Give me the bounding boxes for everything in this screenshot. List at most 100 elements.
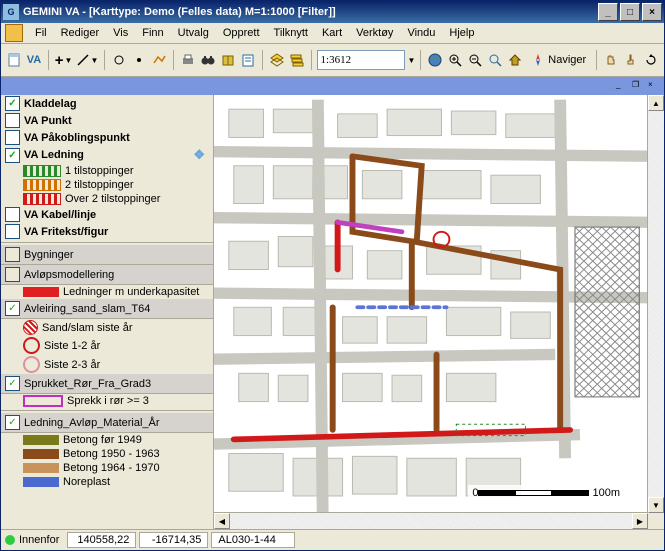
circle-tool-icon[interactable] <box>110 48 128 72</box>
new-doc-icon[interactable] <box>5 48 23 72</box>
swatch-icon <box>23 356 40 373</box>
layer-va-punkt[interactable]: VA Punkt <box>1 112 213 129</box>
checkbox-icon[interactable] <box>5 113 20 128</box>
binoculars-icon[interactable] <box>199 48 217 72</box>
legend-betong-1949: Betong før 1949 <box>1 433 213 447</box>
globe-icon[interactable] <box>426 48 444 72</box>
maximize-button[interactable]: □ <box>620 3 640 21</box>
polyline-tool-icon[interactable] <box>150 48 168 72</box>
menu-finn[interactable]: Finn <box>136 25 169 41</box>
menu-fil[interactable]: Fil <box>29 25 53 41</box>
layer-avleiring[interactable]: ✓Avleiring_sand_slam_T64 <box>1 299 213 319</box>
mdi-close-button[interactable]: × <box>648 80 662 92</box>
checkbox-icon[interactable] <box>5 267 20 282</box>
swatch-icon <box>23 395 63 407</box>
checkbox-icon[interactable] <box>5 247 20 262</box>
home-icon[interactable] <box>506 48 524 72</box>
menu-kart[interactable]: Kart <box>316 25 348 41</box>
legend-2-tilstoppinger: 2 tilstoppinger <box>1 178 213 192</box>
status-innenfor: Innenfor <box>19 534 59 546</box>
swatch-icon <box>23 477 59 487</box>
checkbox-icon[interactable]: ✓ <box>5 415 20 430</box>
zoom-in-icon[interactable] <box>446 48 464 72</box>
checkbox-icon[interactable]: ✓ <box>5 376 20 391</box>
layer-kladdelag[interactable]: ✓Kladdelag <box>1 95 213 112</box>
layer-avlopsmodellering[interactable]: Avløpsmodellering <box>1 265 213 285</box>
point-tool-icon[interactable] <box>130 48 148 72</box>
legend-betong-1950-1963: Betong 1950 - 1963 <box>1 447 213 461</box>
app-menu-icon[interactable] <box>5 24 23 42</box>
vertical-scrollbar[interactable]: ▲ ▼ <box>647 95 664 513</box>
layers-icon[interactable] <box>268 48 286 72</box>
scroll-left-icon[interactable]: ◀ <box>214 513 230 529</box>
legend-underkapasitet: Ledninger m underkapasitet <box>1 285 213 299</box>
scale-input[interactable] <box>317 50 405 70</box>
zoom-out-icon[interactable] <box>466 48 484 72</box>
mdi-minimize-button[interactable]: _ <box>616 80 630 92</box>
layer-va-pakoblingspunkt[interactable]: VA Påkoblingspunkt <box>1 129 213 146</box>
checkbox-icon[interactable] <box>5 130 20 145</box>
zoom-extent-icon[interactable] <box>486 48 504 72</box>
mdi-titlebar: _ ❐ × <box>1 77 664 95</box>
link-icon[interactable]: ❖ <box>193 147 205 163</box>
swatch-icon <box>23 193 61 205</box>
book-icon[interactable] <box>219 48 237 72</box>
rotate-icon[interactable] <box>642 48 660 72</box>
layer-sprukket[interactable]: ✓Sprukket_Rør_Fra_Grad3 <box>1 374 213 394</box>
print-icon[interactable] <box>179 48 197 72</box>
status-led-icon <box>5 535 15 545</box>
checkbox-icon[interactable]: ✓ <box>5 148 20 163</box>
hand-grab-icon[interactable] <box>602 48 620 72</box>
work-area: ✓Kladdelag VA Punkt VA Påkoblingspunkt ✓… <box>1 95 664 529</box>
layer-stack-icon[interactable] <box>288 48 306 72</box>
legend-over-2-tilstoppinger: Over 2 tilstoppinger <box>1 192 213 206</box>
menu-vis[interactable]: Vis <box>107 25 134 41</box>
menu-tilknytt[interactable]: Tilknytt <box>268 25 314 41</box>
legend-sand-slam-siste-ar: Sand/slam siste år <box>1 319 213 336</box>
scroll-down-icon[interactable]: ▼ <box>648 497 664 513</box>
menu-opprett[interactable]: Opprett <box>217 25 266 41</box>
checkbox-icon[interactable] <box>5 224 20 239</box>
hand-point-icon[interactable] <box>622 48 640 72</box>
checkbox-icon[interactable]: ✓ <box>5 96 20 111</box>
navigate-button[interactable]: Naviger <box>526 48 591 72</box>
window-title: GEMINI VA - [Karttype: Demo (Felles data… <box>23 6 596 18</box>
layer-ledning-avlop-material[interactable]: ✓Ledning_Avløp_Material_År <box>1 413 213 433</box>
map-canvas[interactable]: 0 100m ▲ ▼ ◀ ▶ <box>214 95 664 529</box>
close-button[interactable]: × <box>642 3 662 21</box>
swatch-icon <box>23 435 59 445</box>
swatch-icon <box>23 320 38 335</box>
scale-right-label: 100m <box>592 487 620 499</box>
layer-va-fritekst[interactable]: VA Fritekst/figur <box>1 223 213 240</box>
menu-hjelp[interactable]: Hjelp <box>443 25 480 41</box>
scroll-right-icon[interactable]: ▶ <box>632 513 648 529</box>
horizontal-scrollbar[interactable]: ◀ ▶ <box>214 512 648 529</box>
layer-panel[interactable]: ✓Kladdelag VA Punkt VA Påkoblingspunkt ✓… <box>1 95 214 529</box>
layer-va-ledning[interactable]: ✓VA Ledning❖ <box>1 146 213 164</box>
scroll-up-icon[interactable]: ▲ <box>648 95 664 111</box>
map-svg <box>214 95 664 529</box>
checkbox-icon[interactable] <box>5 207 20 222</box>
minimize-button[interactable]: _ <box>598 3 618 21</box>
scale-bar: 0 100m <box>468 485 624 501</box>
layer-bygninger[interactable]: Bygninger <box>1 245 213 265</box>
legend-sprekk-i-ror: Sprekk i rør >= 3 <box>1 394 213 408</box>
legend-noreplast: Noreplast <box>1 475 213 489</box>
checkbox-icon[interactable]: ✓ <box>5 301 20 316</box>
catalog-icon[interactable] <box>239 48 257 72</box>
menu-utvalg[interactable]: Utvalg <box>172 25 215 41</box>
menu-rediger[interactable]: Rediger <box>55 25 106 41</box>
menu-vindu[interactable]: Vindu <box>401 25 441 41</box>
swatch-icon <box>23 179 61 191</box>
statusbar: Innenfor 140558,22 -16714,35 AL030-1-44 <box>1 529 664 550</box>
add-tool-icon[interactable]: +▼ <box>54 48 74 72</box>
navigate-label: Naviger <box>548 54 586 66</box>
scale-dropdown-icon[interactable]: ▼ <box>408 56 416 65</box>
layer-va-kabel[interactable]: VA Kabel/linje <box>1 206 213 223</box>
mdi-restore-button[interactable]: ❐ <box>632 80 646 92</box>
app-window: G GEMINI VA - [Karttype: Demo (Felles da… <box>0 0 665 551</box>
va-tool-icon[interactable]: VA <box>25 48 43 72</box>
menu-verktoy[interactable]: Verktøy <box>350 25 399 41</box>
line-tool-icon[interactable]: ▼ <box>75 48 99 72</box>
status-coord-x: 140558,22 <box>67 532 136 548</box>
